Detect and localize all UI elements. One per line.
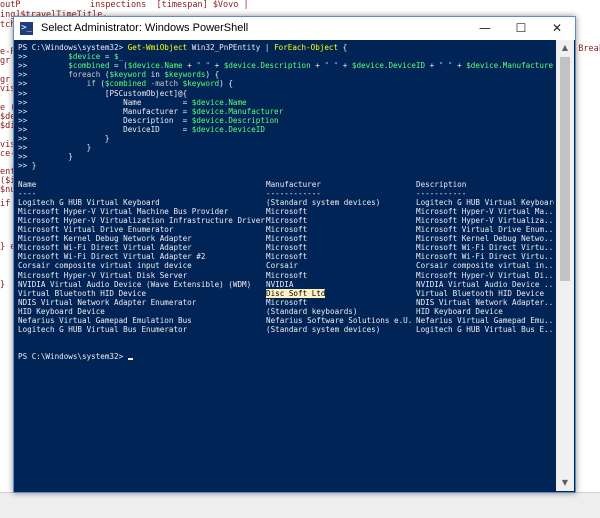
final-prompt: PS C:\Windows\system32> — [18, 352, 128, 362]
command-code: } — [31, 161, 37, 171]
prompt-text: >> — [18, 115, 124, 125]
editor-top-snippet: inspections [timespan] $Vovo | — [90, 0, 249, 10]
command-code: DeviceID = $device.DeviceID — [123, 124, 265, 134]
command-code: [PSCustomObject]@{ — [104, 88, 188, 98]
prompt-text: >> — [18, 79, 87, 89]
editor-code-fragment: if — [0, 199, 11, 209]
command-code: Get-WmiObject Win32_PnPEntity | ForEach-… — [127, 43, 348, 52]
text-cursor — [127, 358, 133, 361]
scroll-up-icon[interactable]: ▲ — [556, 40, 574, 56]
command-code: foreach ($keyword in $keywords) { — [68, 70, 220, 80]
title-bar[interactable]: >_ Select Administrator: Windows PowerSh… — [14, 17, 575, 40]
editor-code-fragment: gr — [0, 56, 11, 66]
powershell-icon: >_ — [20, 22, 33, 35]
command-code: Name = $device.Name — [123, 97, 247, 107]
vertical-scrollbar[interactable]: ▲ ▼ — [556, 40, 574, 491]
command-code: } — [68, 152, 73, 162]
final-prompt-line: PS C:\Windows\system32> — [18, 352, 133, 362]
command-code: Description = $device.Description — [123, 115, 279, 125]
powershell-window[interactable]: >_ Select Administrator: Windows PowerSh… — [13, 16, 576, 493]
command-code: } — [104, 134, 110, 143]
prompt-text: >> — [18, 88, 105, 98]
editor-code-fragment: } — [0, 280, 6, 290]
prompt-text: >> — [18, 152, 69, 162]
prompt-text: >> — [18, 124, 124, 134]
close-button[interactable]: ✕ — [539, 17, 575, 40]
command-line: >> } — [18, 161, 36, 171]
description-cell: Logitech G HUB Virtual Bus E... — [416, 325, 554, 335]
command-code: $combined = ($device.Name + " " + $devic… — [68, 61, 554, 71]
prompt-text: >> — [18, 106, 124, 116]
command-code: $device = $_ — [68, 52, 124, 62]
minimize-button[interactable]: — — [467, 17, 503, 40]
editor-code-fragment: outP — [0, 0, 21, 10]
prompt-text: >> — [18, 97, 124, 107]
scrollbar-thumb[interactable] — [560, 57, 570, 281]
prompt-text: >> — [18, 52, 69, 62]
console-output[interactable]: PS C:\Windows\system32> Get-WmiObject Wi… — [16, 40, 554, 490]
command-code: if ($combined -match $keyword) { — [86, 79, 233, 89]
prompt-text: >> — [18, 61, 69, 71]
prompt-text: >> — [18, 161, 32, 171]
name-cell: Logitech G HUB Virtual Bus Enumerator — [18, 325, 188, 335]
command-code: Manufacturer = $device.Manufacturer — [123, 106, 284, 116]
prompt-text: >> — [18, 134, 105, 143]
command-code: } — [86, 143, 92, 153]
editor-bottom-bar — [0, 492, 600, 518]
manufacturer-cell: (Standard system devices) — [266, 325, 381, 335]
prompt-text: >> — [18, 70, 69, 80]
prompt-text: >> — [18, 143, 87, 153]
window-title: Select Administrator: Windows PowerShell — [41, 22, 249, 34]
scroll-down-icon[interactable]: ▼ — [556, 475, 574, 491]
prompt-text: PS C:\Windows\system32> — [18, 43, 128, 52]
maximize-button[interactable]: ☐ — [503, 17, 539, 40]
